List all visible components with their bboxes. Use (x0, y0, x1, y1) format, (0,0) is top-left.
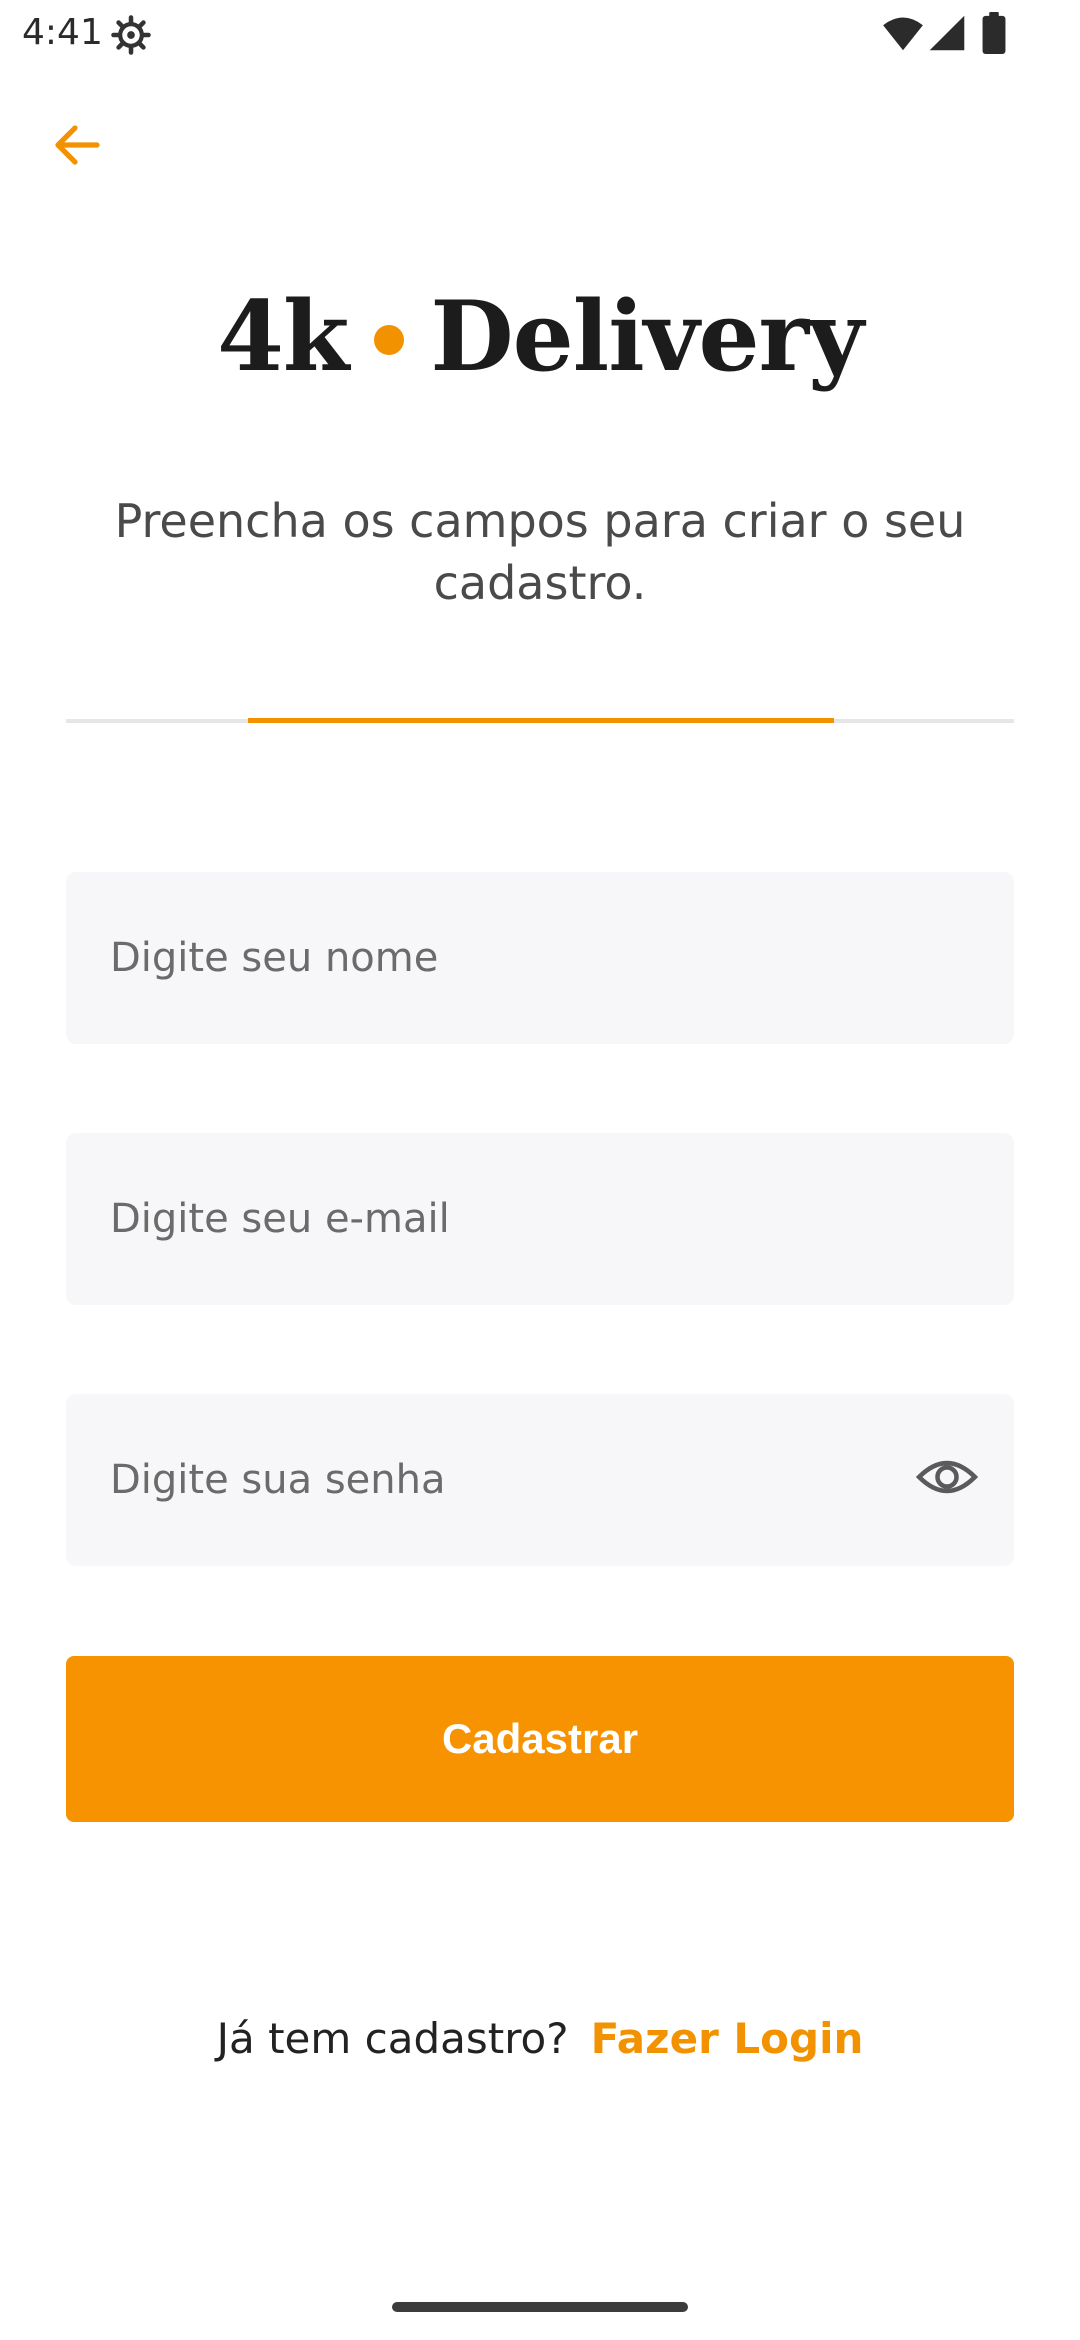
battery-icon (982, 12, 1006, 54)
status-time: 4:41 (22, 12, 103, 53)
progress-fill (248, 718, 834, 723)
signal-icon (928, 14, 966, 52)
back-button[interactable] (46, 116, 108, 178)
logo-dot (374, 325, 405, 355)
email-field-container (66, 1133, 1014, 1305)
logo-text-left: 4k (217, 279, 349, 393)
password-field-container (66, 1394, 1014, 1566)
name-field-container (66, 872, 1014, 1044)
login-prompt-text: Já tem cadastro? (216, 2014, 569, 2063)
page-subtitle: Preencha os campos para criar o seu cada… (114, 494, 966, 610)
brand-logo: 4k Delivery (0, 276, 1080, 396)
eye-icon (915, 1456, 979, 1503)
name-input[interactable] (110, 872, 910, 1044)
register-button[interactable]: Cadastrar (66, 1656, 1014, 1822)
gear-icon (110, 14, 152, 56)
logo-text-right: Delivery (430, 279, 863, 393)
email-input[interactable] (110, 1133, 910, 1305)
login-prompt: Já tem cadastro? Fazer Login (0, 2008, 1080, 2070)
status-bar: 4:41 (0, 0, 1080, 66)
password-input[interactable] (110, 1394, 910, 1566)
arrow-left-icon (52, 123, 102, 172)
home-indicator[interactable] (392, 2302, 688, 2312)
wifi-icon (882, 14, 924, 52)
login-link[interactable]: Fazer Login (591, 2014, 864, 2063)
password-visibility-toggle[interactable] (914, 1446, 980, 1512)
